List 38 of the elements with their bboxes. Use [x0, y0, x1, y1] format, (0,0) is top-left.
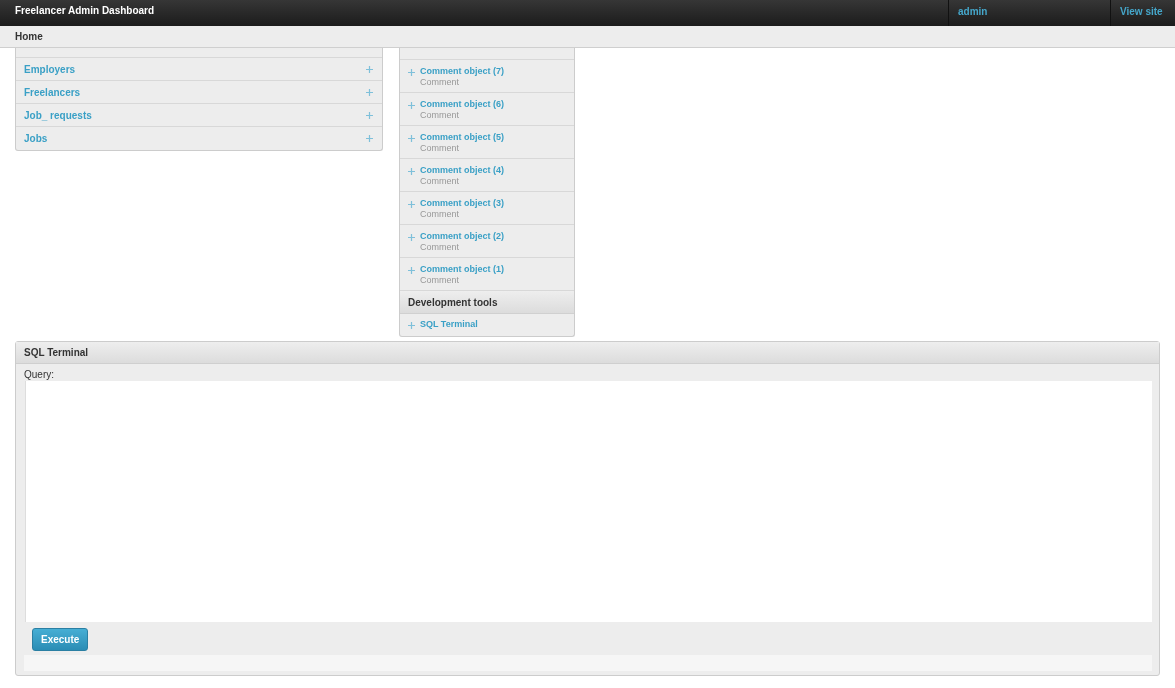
- model-link[interactable]: Employers: [24, 61, 76, 77]
- object-type: Comment: [420, 143, 459, 154]
- object-link[interactable]: Comment object (3): [420, 198, 504, 209]
- plus-icon[interactable]: [408, 168, 415, 175]
- plus-icon[interactable]: [408, 267, 415, 274]
- object-link[interactable]: Comment object (5): [420, 132, 504, 143]
- query-field[interactable]: [25, 381, 1152, 622]
- plus-icon[interactable]: [366, 88, 373, 96]
- object-type: Comment: [420, 242, 459, 253]
- plus-icon[interactable]: [408, 201, 415, 208]
- object-link[interactable]: Comment object (4): [420, 165, 504, 176]
- model-link[interactable]: Jobs: [24, 131, 48, 146]
- object-type: Comment: [420, 110, 459, 121]
- model-link[interactable]: Job_ requests: [24, 107, 92, 123]
- object-link[interactable]: Comment object (2): [420, 231, 504, 242]
- tool-link[interactable]: SQL Terminal: [420, 318, 478, 332]
- plus-icon[interactable]: [408, 102, 415, 109]
- plus-icon[interactable]: [408, 135, 415, 142]
- site-title: Freelancer Admin Dashboard: [15, 5, 155, 17]
- object-type: Comment: [420, 209, 459, 220]
- panel-title: SQL Terminal: [24, 346, 89, 360]
- object-link[interactable]: Comment object (7): [420, 66, 504, 77]
- model-link[interactable]: Freelancers: [24, 84, 81, 100]
- object-type: Comment: [420, 275, 459, 286]
- plus-icon[interactable]: [366, 135, 373, 142]
- object-link[interactable]: Comment object (1): [420, 264, 504, 275]
- object-link[interactable]: Comment object (6): [420, 99, 504, 110]
- execute-button[interactable]: Execute: [32, 628, 89, 651]
- query-label: Query:: [24, 368, 55, 381]
- plus-icon[interactable]: [366, 111, 373, 119]
- object-type: Comment: [420, 176, 459, 187]
- plus-icon[interactable]: [408, 321, 415, 329]
- object-type: Comment: [420, 77, 459, 88]
- section-title: Development tools: [408, 295, 498, 310]
- plus-icon[interactable]: [408, 234, 415, 241]
- breadcrumb-link[interactable]: Home: [15, 29, 43, 44]
- plus-icon[interactable]: [366, 65, 373, 73]
- plus-icon[interactable]: [408, 69, 415, 76]
